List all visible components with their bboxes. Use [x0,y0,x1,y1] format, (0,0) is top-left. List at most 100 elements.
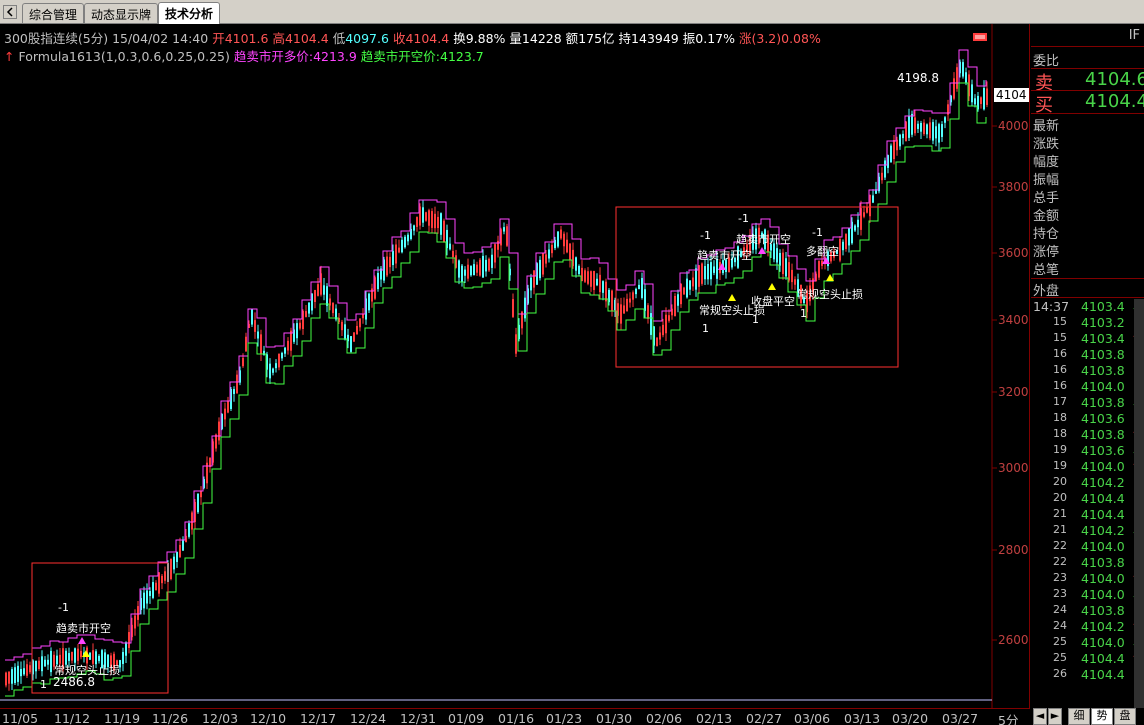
kline-chart[interactable]: 4000 3800 3600 3400 3200 3000 2800 2600 4198.8 … [0,24,1030,708]
high-annotation: 4198.8 [897,71,939,85]
trade-price: 4104.4 [1081,667,1125,682]
candle-body [641,278,643,298]
candle-body [80,650,82,658]
candle-body [584,270,586,282]
candle-body [155,582,157,591]
signal-one: 1 [752,313,759,326]
candle-body [83,652,85,657]
trade-time: 23 [1053,587,1067,600]
formula-name[interactable]: Formula1613(1,0.3,0.6,0.25,0.25) [18,49,229,64]
candle-body [545,254,547,264]
candle-body [689,280,691,290]
tab-book[interactable]: 盘 [1114,708,1136,725]
candle-body [389,256,391,268]
candle-body [449,243,451,250]
tab-dynamic-board[interactable]: 动态显示牌 [84,3,159,23]
trade-price: 4103.8 [1081,427,1125,442]
candle-body [524,297,526,319]
candle-body [356,325,358,335]
turnover-label: 换 [453,31,466,46]
trade-row: 154103.4↑ [1031,331,1144,347]
candle-body [503,227,505,232]
long-price-value: 4213.9 [313,49,357,64]
trade-time: 20 [1053,491,1067,504]
current-price-tag: 4104 [994,88,1029,102]
formula-line: ↑ Formula1613(1,0.3,0.6,0.25,0.25) 趋卖市开多… [4,46,484,65]
field-label: 总笔 [1033,263,1060,278]
candle-body [98,655,100,662]
candle-body [257,331,259,339]
scroll-left-button[interactable]: ◄ [1033,708,1047,725]
candle-body [308,302,310,314]
candle-body [920,122,922,132]
candle-body [686,278,688,298]
candle-body [986,88,988,105]
candle-body [983,88,985,110]
candle-body [980,97,982,105]
candle-body [20,668,22,677]
candle-body [929,122,931,139]
candle-body [839,238,841,261]
price-tick-label: 4000 [998,119,1029,133]
trade-price: 4103.8 [1081,555,1125,570]
scroll-right-button[interactable]: ► [1048,708,1062,725]
amp-value: 0.17% [695,31,735,46]
x-tick-label: 02/06 [646,711,683,725]
trade-price: 4103.4 [1081,299,1125,314]
short-price-label: 趋卖市开空价: [360,49,441,64]
candle-body [161,575,163,584]
candle-body [404,236,406,248]
tab-detail[interactable]: 细 [1068,708,1090,725]
signal-sell-open-short: 趋卖市开空 [697,249,752,262]
candle-body [842,241,844,251]
tab-trend[interactable]: 势 [1091,708,1113,725]
candle-body [50,650,52,673]
trade-row: 24 4103.8 [1031,603,1144,619]
field-label: 最新 [1033,119,1060,134]
trade-price: 4104.0 [1081,539,1125,554]
trade-list-scrollbar[interactable] [1134,299,1144,708]
candle-body [665,314,667,334]
trade-row: 184103.8↑ [1031,427,1144,443]
candle-body [305,311,307,317]
open-label: 开 [212,31,225,46]
kline-canvas[interactable]: 4000 3800 3600 3400 3200 3000 2800 2600 [0,24,1030,708]
trade-time: 25 [1053,651,1067,664]
period-indicator[interactable]: 5分 [998,710,1018,725]
candle-body [704,266,706,280]
tab-technical-analysis[interactable]: 技术分析 [158,2,221,24]
candle-body [317,284,319,296]
candle-body [599,274,601,293]
trade-price: 4104.4 [1081,491,1125,506]
candle-body [506,226,508,246]
trade-time: 18 [1053,427,1067,440]
candle-body [626,298,628,312]
candle-body [578,265,580,275]
x-tick-label: 11/05 [2,711,39,725]
candle-body [821,260,823,266]
candle-body [170,558,172,580]
candle-body [41,656,43,672]
trade-row: 16 4103.8 [1031,347,1144,363]
candle-body [779,252,781,266]
x-tick-label: 11/26 [152,711,189,725]
trade-price: 4103.6 [1081,443,1125,458]
tab-scroll-icon[interactable] [3,5,17,19]
candle-body [428,210,430,226]
chart-settings-icon[interactable] [972,31,988,43]
tab-general-management[interactable]: 综合管理 [22,3,85,23]
candle-body [872,195,874,203]
candle-body [539,259,541,279]
candle-body [602,281,604,293]
candle-body [656,337,658,347]
formula-arrow-icon: ↑ [4,49,15,64]
candle-body [218,421,220,441]
candle-body [635,288,637,295]
trade-time: 16 [1053,379,1067,392]
candle-body [893,139,895,160]
candle-body [125,642,127,656]
candle-body [35,660,37,672]
candle-body [122,652,124,664]
candle-body [932,122,934,141]
candle-body [473,264,475,276]
